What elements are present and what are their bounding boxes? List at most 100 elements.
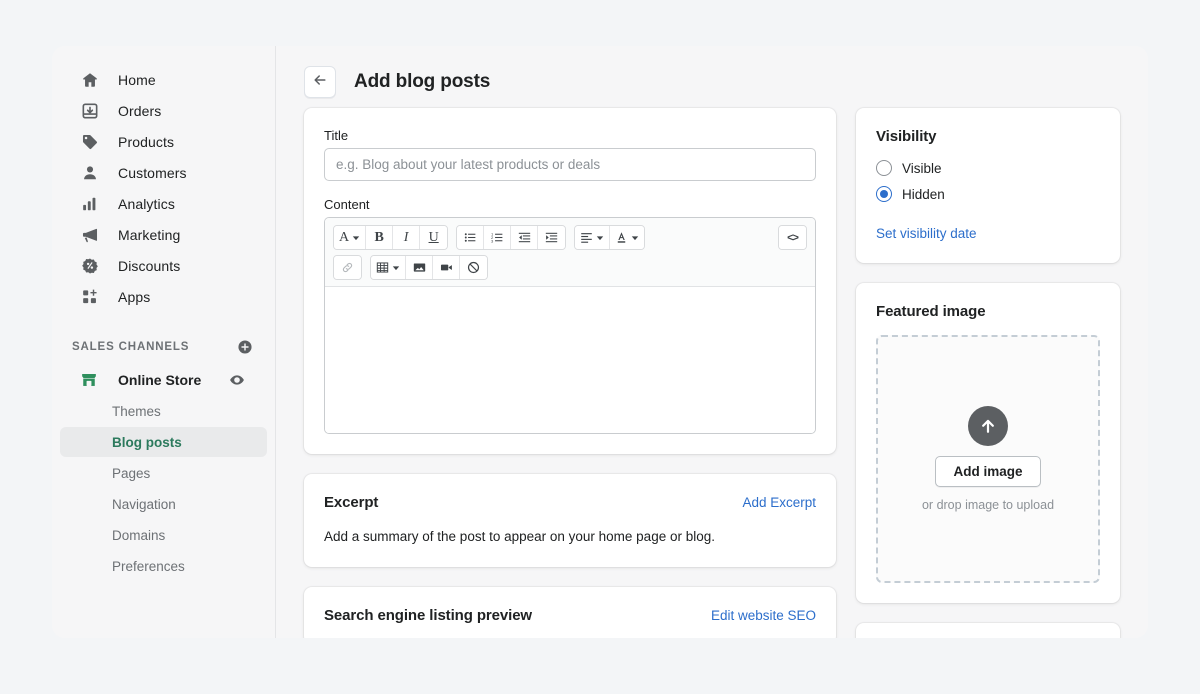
main-content: Add blog posts Title Content [276,46,1148,638]
post-editor-card: Title Content A [304,108,836,454]
set-visibility-date-link[interactable]: Set visibility date [876,226,977,241]
content-editor: A B I U 1 2 3 <> [324,217,816,434]
numbered-list-icon: 123 [491,231,502,243]
upload-arrow-icon [968,406,1008,446]
content-label: Content [324,197,370,212]
online-store-icon [80,371,100,389]
sidebar-item-orders[interactable]: Orders [60,95,267,126]
plus-circle-icon[interactable] [237,339,253,355]
sidebar-subitem-label: Themes [112,403,161,419]
back-button[interactable] [304,66,336,98]
sidebar-item-customers[interactable]: Customers [60,157,267,188]
title-input[interactable] [324,148,816,181]
radio-visible-icon [876,160,892,176]
sidebar-item-label: Products [118,133,175,150]
sidebar-item-label: Home [118,71,156,88]
bulleted-list-button[interactable] [457,226,485,249]
sidebar-item-analytics[interactable]: Analytics [60,188,267,219]
sales-channels-title: SALES CHANNELS [72,341,190,353]
font-style-button[interactable]: A [334,226,367,249]
chevron-down-icon [352,229,360,247]
sidebar: Home Orders Products Customers Analytics… [52,46,276,638]
sidebar-item-marketing[interactable]: Marketing [60,219,267,250]
home-icon [80,70,100,90]
sidebar-item-label: Discounts [118,257,181,274]
add-excerpt-link[interactable]: Add Excerpt [742,495,816,510]
outdent-button[interactable] [511,226,539,249]
align-left-button[interactable] [575,226,611,249]
add-image-button[interactable]: Add image [935,456,1041,487]
list-indent-group: 123 [456,225,567,250]
edit-website-seo-link[interactable]: Edit website SEO [711,608,816,623]
discounts-badge-icon [80,256,100,276]
title-label: Title [324,128,349,143]
sidebar-item-products[interactable]: Products [60,126,267,157]
clear-formatting-button[interactable] [460,256,487,279]
sidebar-item-home[interactable]: Home [60,64,267,95]
sidebar-item-online-store[interactable]: Online Store [60,364,267,395]
eye-icon[interactable] [229,372,245,388]
numbered-list-button[interactable]: 123 [484,226,512,249]
insert-media-group [370,255,488,280]
sidebar-subitem-label: Pages [112,465,151,481]
page-title: Add blog posts [354,71,491,92]
italic-button[interactable]: I [393,226,421,249]
customers-person-icon [80,163,100,183]
svg-text:3: 3 [491,238,494,243]
underline-icon: U [428,229,439,245]
insert-table-button[interactable] [371,256,406,279]
align-color-group [574,225,646,250]
table-icon [376,262,389,273]
bulleted-list-icon [464,233,475,242]
bold-button[interactable]: B [366,226,394,249]
seo-card: Search engine listing preview Edit websi… [304,586,836,638]
featured-image-dropzone[interactable]: Add image or drop image to upload [876,335,1100,583]
sidebar-item-blog-posts[interactable]: Blog posts [60,427,267,457]
secondary-column: Visibility Visible Hidden Set visibility… [856,108,1120,638]
secondary-stub-card [856,623,1120,638]
visibility-option-visible[interactable]: Visible [876,160,1100,176]
sidebar-item-themes[interactable]: Themes [60,396,267,426]
text-color-icon [617,232,626,243]
analytics-bars-icon [80,194,100,214]
sidebar-item-preferences[interactable]: Preferences [60,551,267,581]
insert-group-link [333,255,362,280]
bold-icon: B [374,229,384,245]
code-view-group: <> [778,225,807,250]
sales-channels-header: SALES CHANNELS [52,336,275,358]
code-view-button[interactable]: <> [779,226,806,249]
sidebar-item-label: Apps [118,288,151,305]
visibility-option-hidden[interactable]: Hidden [876,186,1100,202]
italic-icon: I [403,229,409,245]
insert-video-button[interactable] [433,256,460,279]
excerpt-card: Excerpt Add Excerpt Add a summary of the… [304,474,836,567]
align-left-icon [581,233,592,243]
sidebar-item-pages[interactable]: Pages [60,458,267,488]
link-icon [342,262,353,273]
sidebar-item-navigation[interactable]: Navigation [60,489,267,519]
underline-button[interactable]: U [420,226,448,249]
sidebar-subitem-label: Blog posts [112,434,182,450]
sidebar-item-domains[interactable]: Domains [60,520,267,550]
sidebar-subitem-label: Domains [112,527,166,543]
editor-toolbar: A B I U 1 2 3 <> [325,218,815,287]
sidebar-item-apps[interactable]: Apps [60,281,267,312]
chevron-down-icon [631,229,639,247]
seo-title: Search engine listing preview [324,606,533,624]
text-color-button[interactable] [610,226,645,249]
seo-card-header: Search engine listing preview Edit websi… [324,607,816,624]
sidebar-item-discounts[interactable]: Discounts [60,250,267,281]
indent-button[interactable] [538,226,566,249]
clear-formatting-icon [467,261,480,274]
image-icon [413,263,425,272]
orders-inbox-icon [80,101,100,121]
sidebar-subitem-label: Navigation [112,496,176,512]
sidebar-item-label: Analytics [118,195,175,212]
featured-image-title: Featured image [876,303,986,320]
visibility-title: Visibility [876,128,937,145]
insert-image-button[interactable] [406,256,433,279]
sidebar-item-label: Marketing [118,226,181,243]
insert-link-button[interactable] [334,256,361,279]
content-editor-body[interactable] [325,287,815,433]
chevron-down-icon [596,229,604,247]
